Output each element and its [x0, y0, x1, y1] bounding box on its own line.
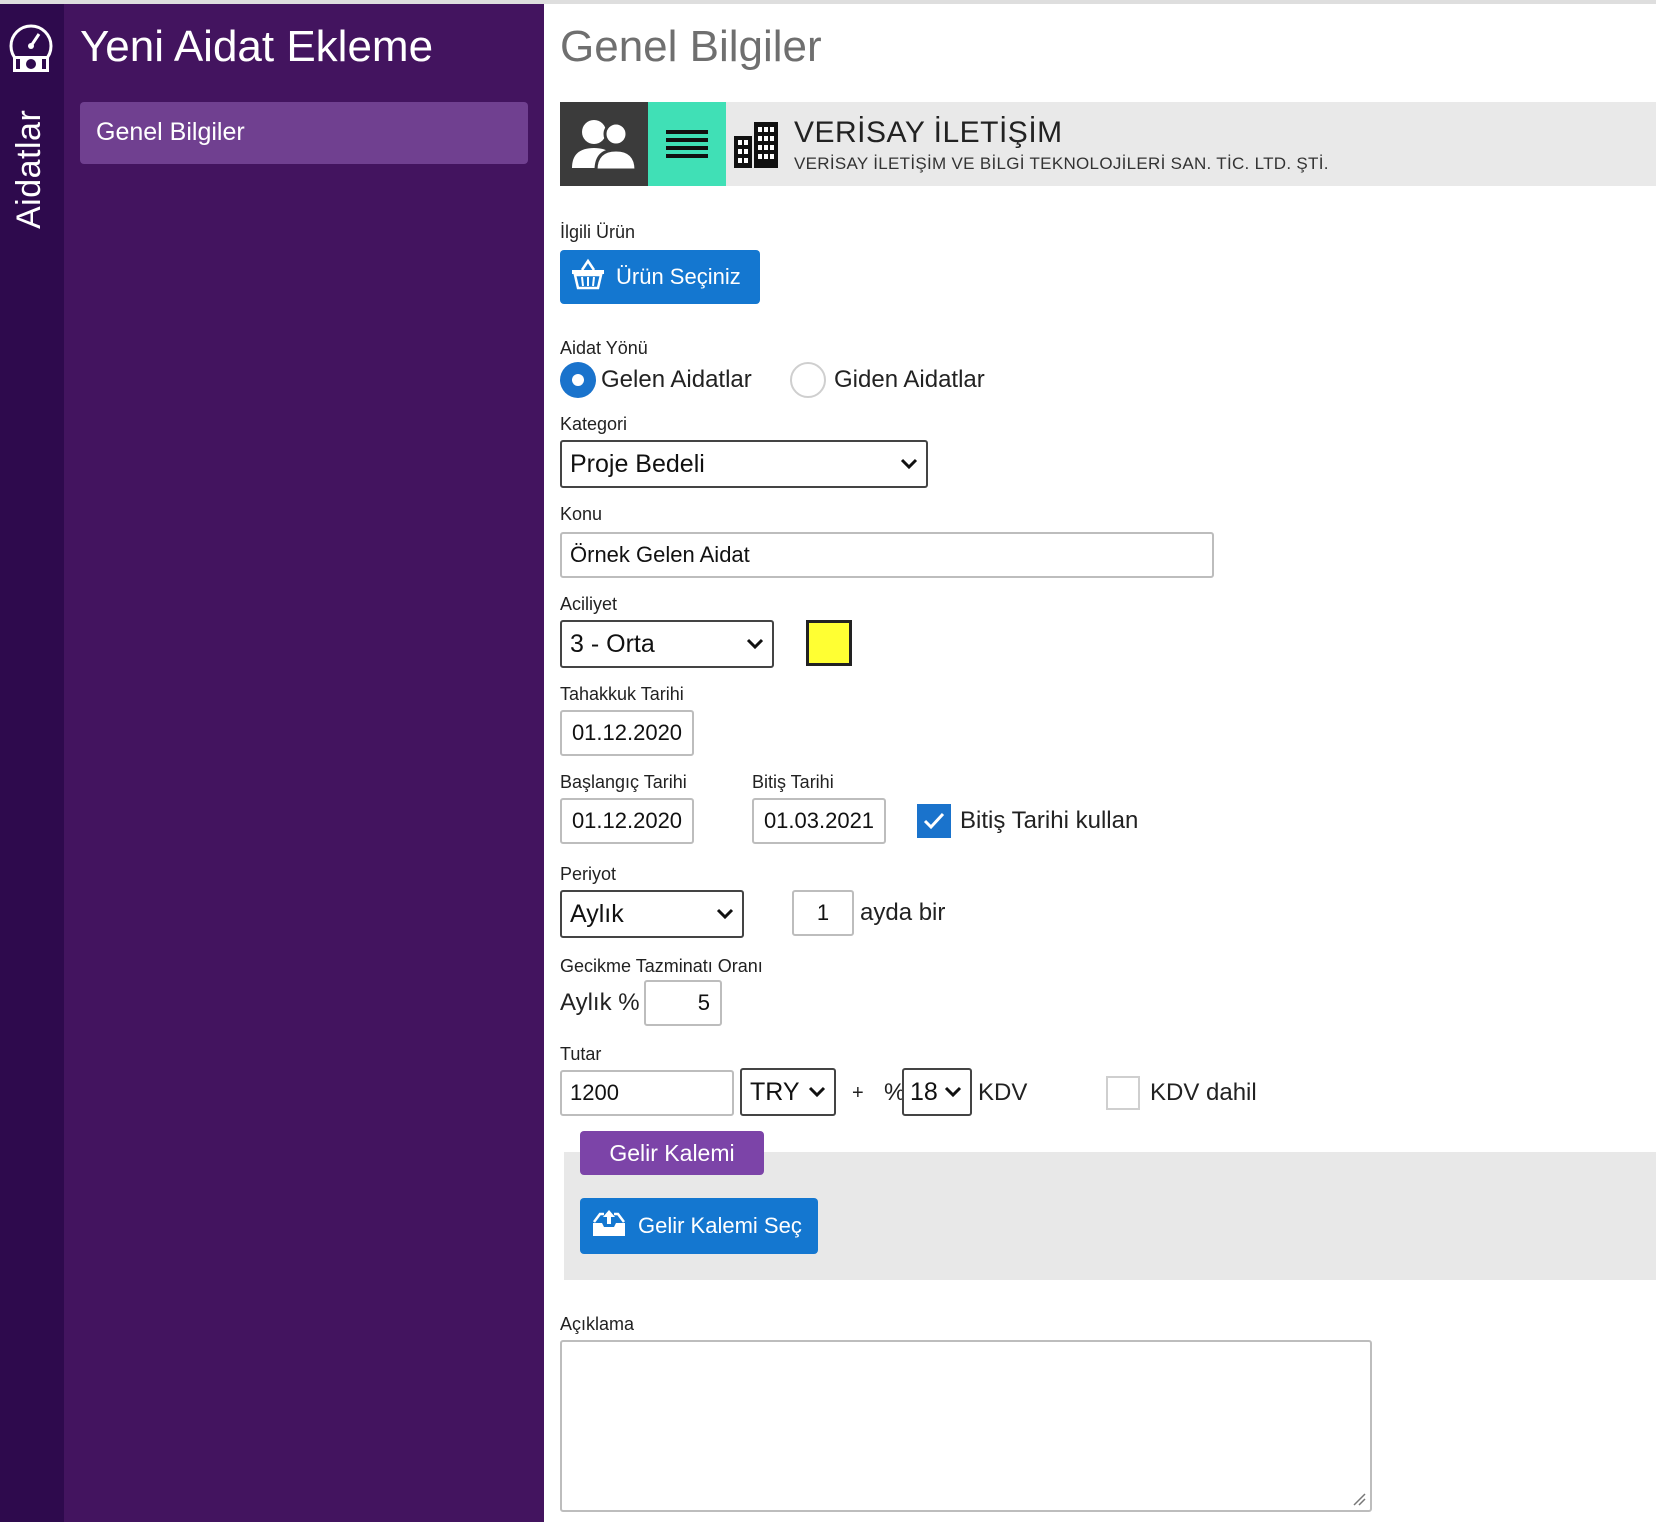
main-content: Genel Bilgiler VERİSAY İLETİŞİM VERİSAY …	[544, 4, 1656, 1522]
amount-label: Tutar	[560, 1044, 602, 1064]
category-label: Kategori	[560, 414, 628, 434]
late-fee-label: Gecikme Tazminatı Oranı	[560, 956, 763, 976]
late-fee-input[interactable]: 5	[644, 980, 722, 1026]
building-icon	[732, 118, 782, 170]
urgency-value: 3 - Orta	[570, 629, 655, 658]
vat-included-checkbox[interactable]	[1106, 1076, 1140, 1110]
select-income-item-button[interactable]: Gelir Kalemi Seç	[580, 1198, 818, 1254]
end-date-input[interactable]: 01.03.2021	[752, 798, 886, 844]
income-item-tab[interactable]: Gelir Kalemi	[580, 1131, 764, 1175]
people-icon[interactable]	[560, 102, 648, 186]
money-gauge-icon[interactable]	[5, 22, 57, 78]
company-full-name: VERİSAY İLETİŞİM VE BİLGİ TEKNOLOJİLERİ …	[794, 154, 1329, 173]
late-fee-prefix: Aylık %	[560, 989, 640, 1016]
company-bar: VERİSAY İLETİŞİM VERİSAY İLETİŞİM VE BİL…	[560, 102, 1656, 186]
period-select[interactable]: Aylık	[560, 890, 744, 938]
resize-grip-icon[interactable]	[1352, 1492, 1366, 1506]
vat-rate-value: 18	[910, 1077, 938, 1106]
select-product-label: Ürün Seçiniz	[616, 264, 741, 289]
radio-incoming[interactable]	[560, 362, 596, 398]
radio-incoming-label[interactable]: Gelen Aidatlar	[601, 366, 752, 394]
page-heading: Yeni Aidat Ekleme	[80, 22, 434, 71]
vat-included-label[interactable]: KDV dahil	[1150, 1079, 1257, 1107]
category-select[interactable]: Proje Bedeli	[560, 440, 928, 488]
sidebar-item-genel-bilgiler[interactable]: Genel Bilgiler	[80, 102, 528, 164]
currency-value: TRY	[750, 1077, 800, 1106]
currency-select[interactable]: TRY	[740, 1068, 836, 1116]
radio-outgoing-label[interactable]: Giden Aidatlar	[834, 366, 985, 394]
use-end-date-label[interactable]: Bitiş Tarihi kullan	[960, 807, 1138, 835]
menu-icon[interactable]	[648, 102, 726, 186]
period-suffix: ayda bir	[860, 899, 946, 926]
chevron-down-icon	[746, 638, 764, 650]
description-label: Açıklama	[560, 1314, 635, 1334]
select-income-item-label: Gelir Kalemi Seç	[638, 1213, 802, 1238]
period-value: Aylık	[570, 899, 624, 928]
direction-label: Aidat Yönü	[560, 338, 648, 358]
urgency-select[interactable]: 3 - Orta	[560, 620, 774, 668]
urgency-color-swatch	[806, 620, 852, 666]
basket-icon	[560, 258, 616, 296]
end-date-label: Bitiş Tarihi	[752, 772, 834, 792]
accrual-date-label: Tahakkuk Tarihi	[560, 684, 684, 704]
description-textarea[interactable]	[560, 1340, 1372, 1512]
period-count-input[interactable]: 1	[792, 890, 854, 936]
section-title: Genel Bilgiler	[560, 22, 822, 71]
chevron-down-icon	[900, 458, 918, 470]
accrual-date-input[interactable]: 01.12.2020	[560, 710, 694, 756]
select-product-button[interactable]: Ürün Seçiniz	[560, 250, 760, 304]
subject-input[interactable]: Örnek Gelen Aidat	[560, 532, 1214, 578]
vat-rate-select[interactable]: 18	[902, 1068, 972, 1116]
radio-outgoing[interactable]	[790, 362, 826, 398]
chevron-down-icon	[808, 1086, 826, 1098]
subject-label: Konu	[560, 504, 603, 524]
check-icon	[923, 812, 945, 830]
period-label: Periyot	[560, 864, 617, 884]
chevron-down-icon	[944, 1086, 962, 1098]
chevron-down-icon	[716, 908, 734, 920]
category-value: Proje Bedeli	[570, 449, 705, 478]
vat-label: KDV	[978, 1079, 1028, 1106]
amount-input[interactable]: 1200	[560, 1070, 734, 1116]
product-label: İlgili Ürün	[560, 222, 636, 242]
rail-title: Aidatlar	[10, 109, 48, 229]
start-date-input[interactable]: 01.12.2020	[560, 798, 694, 844]
plus-sign: +	[852, 1082, 864, 1104]
use-end-date-checkbox[interactable]	[917, 804, 951, 838]
app-rail: Aidatlar	[0, 4, 64, 1522]
urgency-label: Aciliyet	[560, 594, 618, 614]
sidebar: Yeni Aidat Ekleme Genel Bilgiler	[64, 4, 544, 1522]
start-date-label: Başlangıç Tarihi	[560, 772, 687, 792]
company-name: VERİSAY İLETİŞİM	[794, 116, 1063, 149]
inbox-upload-icon	[580, 1208, 638, 1244]
